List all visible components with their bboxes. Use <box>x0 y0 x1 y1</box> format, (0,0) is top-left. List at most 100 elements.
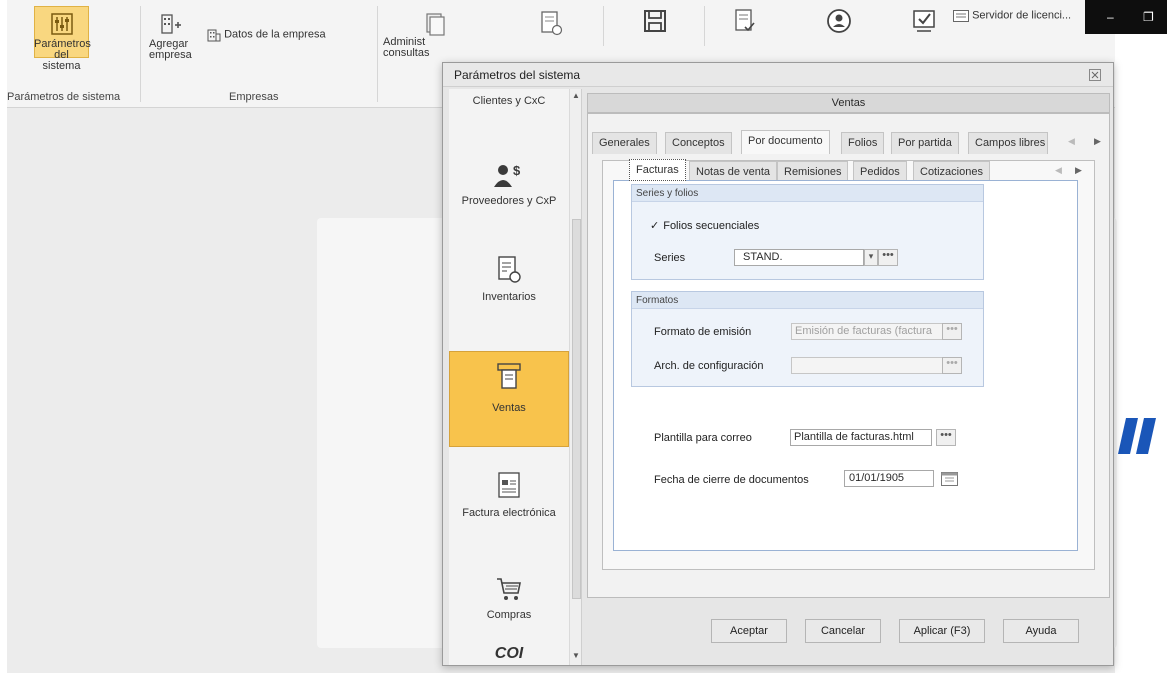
series-folios-group: Series y folios ✓ Folios secuenciales Ser… <box>631 184 984 280</box>
nav-item-compras[interactable]: Compras <box>449 569 569 639</box>
nav-item-ventas[interactable]: Ventas <box>449 351 569 447</box>
apply-button[interactable]: Aplicar (F3) <box>899 619 985 643</box>
cart-icon <box>497 578 521 600</box>
nav-item-label: Clientes y CxC <box>472 95 546 107</box>
e-invoice-icon <box>498 472 520 498</box>
cancel-button[interactable]: Cancelar <box>805 619 881 643</box>
formatos-group: Formatos Formato de emisión Emisión de f… <box>631 291 984 387</box>
scroll-thumb[interactable] <box>572 219 581 599</box>
company-data-button[interactable]: Datos de la empresa <box>207 28 357 42</box>
nav-scrollbar[interactable]: ▲ ▼ <box>569 89 581 665</box>
document-print-icon[interactable] <box>538 10 564 36</box>
config-file-field <box>791 357 943 374</box>
emission-format-more-button: ••• <box>942 323 962 340</box>
group-label-empresas: Empresas <box>229 91 279 103</box>
calendar-icon[interactable] <box>941 471 958 486</box>
restore-button[interactable]: ❐ <box>1143 10 1154 24</box>
add-company-label-2: empresa <box>149 49 192 61</box>
nav-item-proveedores[interactable]: $ Proveedores y CxP <box>449 155 569 235</box>
emission-format-label: Formato de emisión <box>654 326 752 338</box>
building-add-icon <box>161 14 181 34</box>
closing-date-label: Fecha de cierre de documentos <box>654 474 809 486</box>
module-nav: Clientes y CxC $ Proveedores y CxP Inven… <box>449 89 582 665</box>
system-parameters-label-2: del sistema <box>42 49 81 72</box>
email-template-more-button[interactable]: ••• <box>936 429 956 446</box>
subtab-facturas[interactable]: Facturas <box>629 159 686 181</box>
document-check-icon[interactable] <box>732 8 758 34</box>
checkbox-window-icon[interactable] <box>911 8 937 34</box>
server-icon <box>953 10 969 22</box>
svg-text:$: $ <box>513 163 521 178</box>
brand-logo-fragment <box>1118 410 1158 471</box>
ribbon-separator <box>140 6 141 102</box>
user-lock-icon[interactable] <box>825 7 853 35</box>
tab-conceptos[interactable]: Conceptos <box>665 132 732 154</box>
email-template-field[interactable]: Plantilla de facturas.html <box>790 429 932 446</box>
tab-scroll-left-icon[interactable]: ◀ <box>1068 136 1075 147</box>
group-title: Formatos <box>632 292 983 309</box>
scroll-down-icon[interactable]: ▼ <box>572 651 580 660</box>
config-file-more-button: ••• <box>942 357 962 374</box>
document-tab-panel: Facturas Notas de venta Remisiones Pedid… <box>602 159 1095 570</box>
license-server-label: Servidor de licenci... <box>972 9 1072 22</box>
sequential-folios-checkbox[interactable]: ✓ Folios secuenciales <box>650 219 759 232</box>
tab-por-documento[interactable]: Por documento <box>741 130 830 154</box>
checkbox-label: Folios secuenciales <box>663 220 760 232</box>
facturas-content: Series y folios ✓ Folios secuenciales Ser… <box>613 180 1078 551</box>
system-parameters-button[interactable]: Parámetros del sistema <box>34 12 91 72</box>
subtab-scroll-right-icon[interactable]: ▶ <box>1075 165 1082 176</box>
ribbon-separator <box>377 6 378 102</box>
emission-format-field: Emisión de facturas (factura <box>791 323 943 340</box>
section-title: Ventas <box>587 93 1110 113</box>
admin-queries-label-2: consultas <box>383 47 430 59</box>
ribbon-separator <box>603 6 604 46</box>
group-title: Series y folios <box>632 185 983 202</box>
license-server-button[interactable]: Servidor de licenci... <box>953 10 1093 22</box>
save-icon[interactable] <box>642 8 668 34</box>
checkmark-icon: ✓ <box>650 220 660 232</box>
ribbon-separator <box>704 6 705 46</box>
coi-logo: COI <box>494 645 524 662</box>
series-label: Series <box>654 252 686 264</box>
nav-item-factura-electronica[interactable]: Factura electrónica <box>449 467 569 547</box>
logo-shape <box>1118 418 1156 454</box>
nav-item-label: Proveedores y CxP <box>461 195 557 207</box>
tab-por-partida[interactable]: Por partida <box>891 132 959 154</box>
suppliers-icon: $ <box>494 163 521 187</box>
nav-item-label: Compras <box>486 609 532 621</box>
subtab-scroll-left-icon[interactable]: ◀ <box>1055 165 1062 176</box>
help-button[interactable]: Ayuda <box>1003 619 1079 643</box>
company-data-label: Datos de la empresa <box>224 28 326 41</box>
admin-queries-button[interactable]: Administ consultas <box>383 12 453 59</box>
system-parameters-dialog: Parámetros del sistema Clientes y CxC $ … <box>442 62 1114 666</box>
close-icon[interactable] <box>1089 69 1101 81</box>
minimize-button[interactable]: – <box>1107 10 1114 24</box>
building-icon <box>207 29 221 42</box>
inventory-icon <box>498 256 521 283</box>
chevron-down-icon[interactable]: ▾ <box>864 249 878 266</box>
document-stack-icon <box>426 13 445 36</box>
series-more-button[interactable]: ••• <box>878 249 898 266</box>
sliders-icon <box>50 13 73 35</box>
nav-item-label: Inventarios <box>482 291 536 303</box>
dialog-title: Parámetros del sistema <box>443 63 1113 87</box>
tab-folios[interactable]: Folios <box>841 132 885 154</box>
add-company-button[interactable]: Agregar empresa <box>149 12 193 61</box>
ventas-panel: Generales Conceptos Por documento Folios… <box>587 113 1110 598</box>
accept-button[interactable]: Aceptar <box>711 619 787 643</box>
group-label-parametros: Parámetros de sistema <box>7 91 121 103</box>
nav-item-label: Factura electrónica <box>462 507 556 519</box>
scroll-up-icon[interactable]: ▲ <box>572 91 580 100</box>
nav-item-inventarios[interactable]: Inventarios <box>449 249 569 329</box>
nav-item-coi[interactable]: COI <box>449 645 569 665</box>
tab-scroll-right-icon[interactable]: ▶ <box>1094 136 1101 147</box>
closing-date-field[interactable]: 01/01/1905 <box>844 470 934 487</box>
window-controls: – ❐ <box>1085 0 1167 34</box>
sales-icon <box>497 363 521 389</box>
tab-campos-libres[interactable]: Campos libres <box>968 132 1048 154</box>
series-select[interactable]: STAND. <box>734 249 864 266</box>
email-template-label: Plantilla para correo <box>654 432 752 444</box>
tab-generales[interactable]: Generales <box>592 132 657 154</box>
config-file-label: Arch. de configuración <box>654 360 764 372</box>
nav-item-clientes[interactable]: Clientes y CxC <box>449 95 569 125</box>
